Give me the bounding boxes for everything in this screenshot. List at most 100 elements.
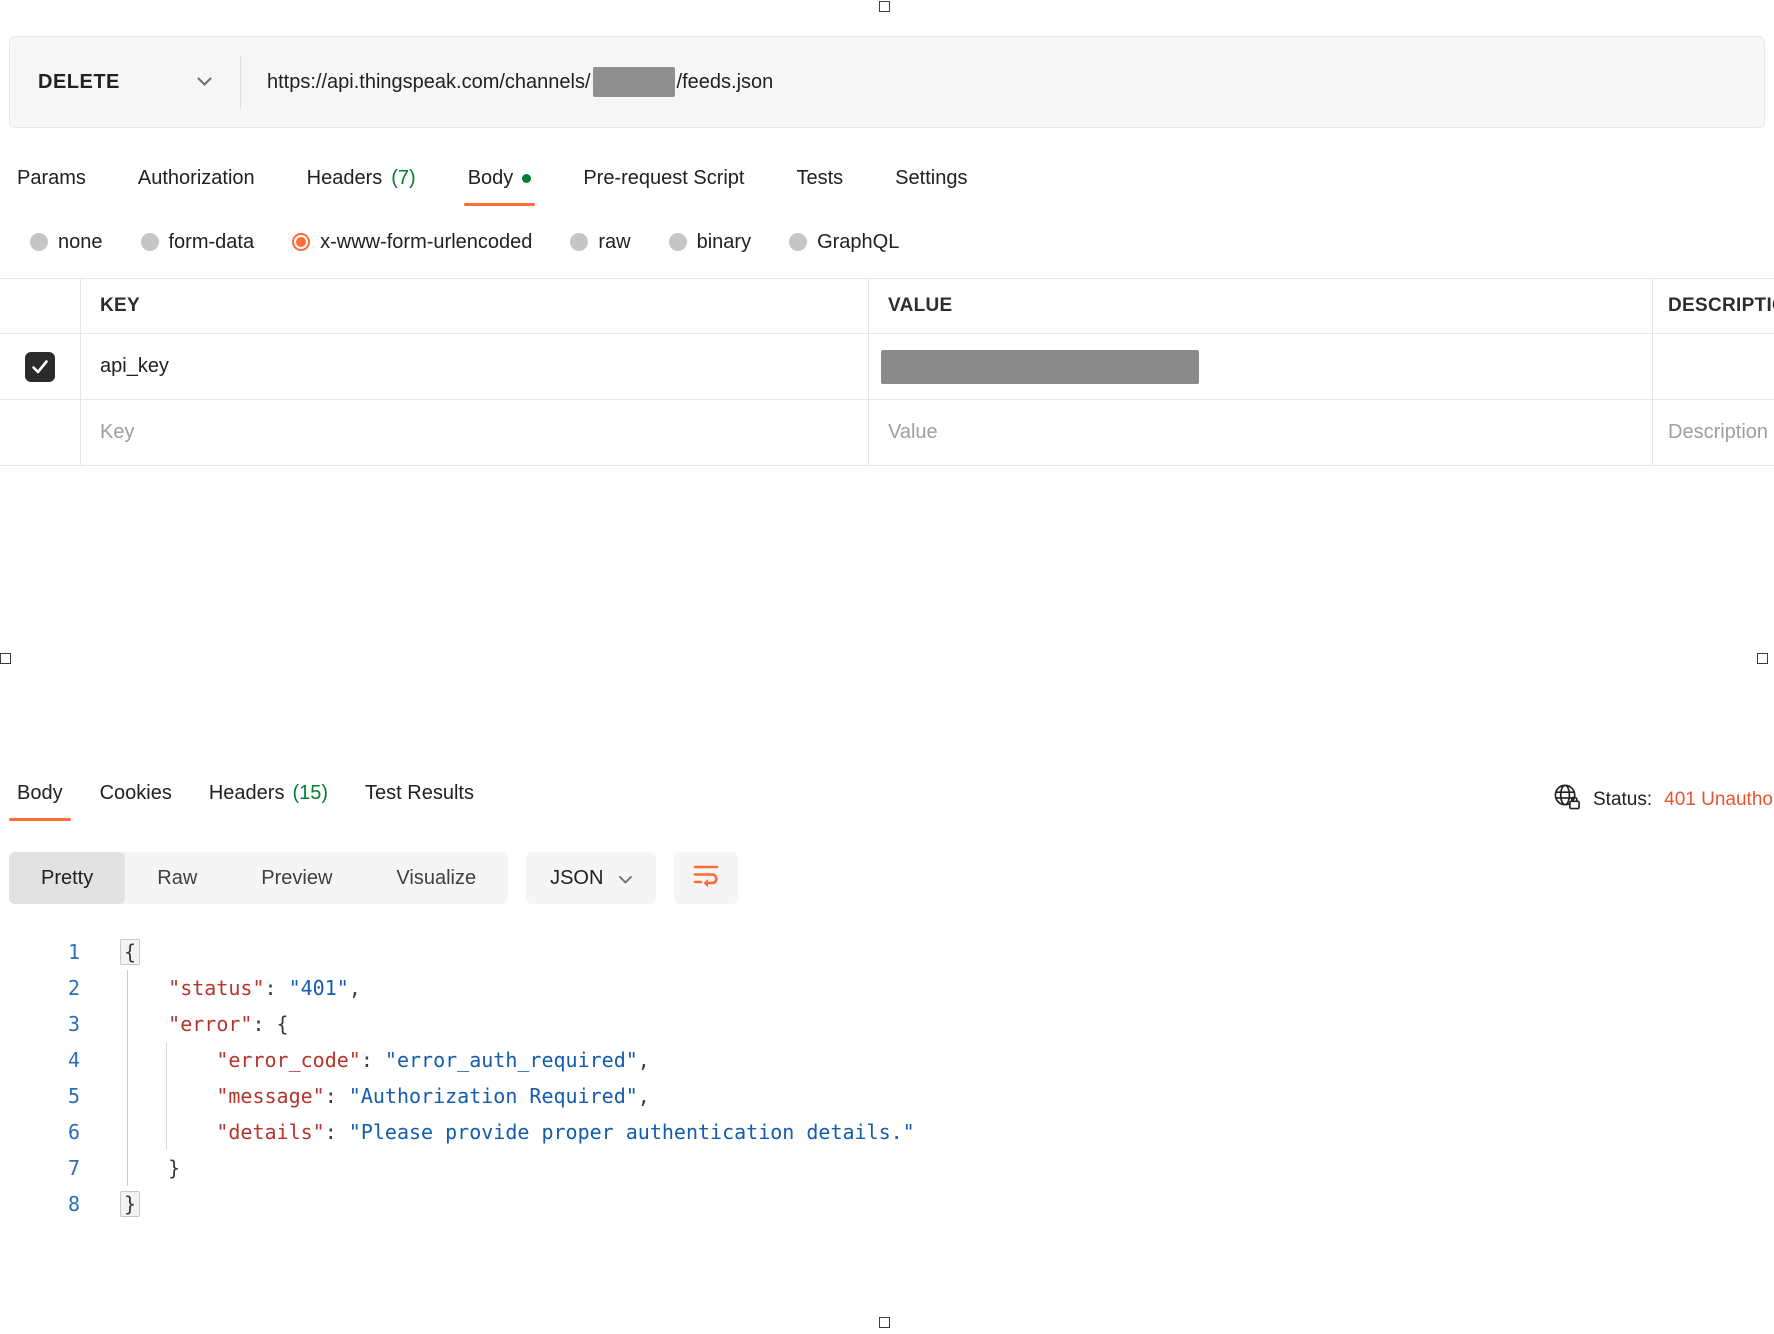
url-suffix: /feeds.json	[677, 71, 774, 94]
value-cell[interactable]	[869, 400, 1653, 465]
mode-label: binary	[697, 231, 751, 254]
description-cell[interactable]	[1653, 334, 1774, 399]
tab-params[interactable]: Params	[17, 163, 86, 206]
row-checkbox-cell	[0, 334, 81, 399]
code-line: 6 "details": "Please provide proper auth…	[0, 1114, 1774, 1150]
radio-icon	[570, 233, 588, 251]
line-number: 7	[0, 1150, 80, 1186]
mode-label: none	[58, 231, 103, 254]
method-dropdown[interactable]: DELETE	[10, 37, 240, 127]
radio-icon	[141, 233, 159, 251]
tab-tests[interactable]: Tests	[796, 163, 843, 206]
mode-graphql[interactable]: GraphQL	[789, 231, 899, 254]
radio-icon	[30, 233, 48, 251]
fold-guide-line	[127, 970, 128, 1186]
wrap-lines-button[interactable]	[674, 852, 738, 904]
tab-label: Cookies	[100, 782, 172, 805]
mode-x-www-form-urlencoded[interactable]: x-www-form-urlencoded	[292, 231, 532, 254]
response-code: 1{2 "status": "401",3 "error": {4 "error…	[0, 934, 1774, 1222]
crop-handle-left	[0, 653, 11, 664]
method-label: DELETE	[38, 71, 120, 94]
view-tab-raw[interactable]: Raw	[125, 852, 229, 904]
mode-form-data[interactable]: form-data	[141, 231, 255, 254]
col-value-header: VALUE	[869, 279, 1653, 333]
mode-label: form-data	[169, 231, 255, 254]
header-checkbox-cell	[0, 279, 81, 333]
body-mode-radios: none form-data x-www-form-urlencoded raw…	[30, 226, 899, 258]
tab-label: Pre-request Script	[583, 167, 744, 190]
view-tab-preview[interactable]: Preview	[229, 852, 364, 904]
response-tab-body[interactable]: Body	[17, 780, 63, 821]
headers-count-badge: (7)	[391, 167, 415, 190]
tab-label: Test Results	[365, 782, 474, 805]
format-label: JSON	[550, 867, 603, 890]
crop-handle-bottom	[879, 1317, 890, 1328]
redacted-channel-id	[593, 67, 675, 97]
mode-label: x-www-form-urlencoded	[320, 231, 532, 254]
tab-label: Body	[468, 167, 514, 190]
table-header-row: KEY VALUE DESCRIPTION	[0, 278, 1774, 334]
mode-label: raw	[598, 231, 630, 254]
line-number: 6	[0, 1114, 80, 1150]
line-number: 2	[0, 970, 80, 1006]
response-tabs: Body Cookies Headers (15) Test Results	[17, 780, 474, 821]
tab-label: Settings	[895, 167, 967, 190]
globe-lock-icon[interactable]	[1552, 782, 1581, 817]
mode-none[interactable]: none	[30, 231, 103, 254]
tab-pre-request-script[interactable]: Pre-request Script	[583, 163, 744, 206]
tab-label: Authorization	[138, 167, 255, 190]
key-cell[interactable]	[81, 400, 869, 465]
tab-settings[interactable]: Settings	[895, 163, 967, 206]
tab-body[interactable]: Body	[468, 163, 532, 206]
response-tab-test-results[interactable]: Test Results	[365, 780, 474, 821]
radio-selected-icon	[292, 233, 310, 251]
table-empty-row	[0, 400, 1774, 466]
line-number: 4	[0, 1042, 80, 1078]
code-line: 3 "error": {	[0, 1006, 1774, 1042]
tab-label: Params	[17, 167, 86, 190]
chevron-down-icon	[197, 73, 212, 91]
key-input[interactable]	[100, 421, 868, 444]
tab-label: Headers	[307, 167, 383, 190]
indent-guide-line	[166, 1042, 167, 1150]
col-key-header: KEY	[81, 279, 869, 333]
tab-label: Body	[17, 782, 63, 805]
tab-authorization[interactable]: Authorization	[138, 163, 255, 206]
urlencoded-params-table: KEY VALUE DESCRIPTION api_key	[0, 278, 1774, 466]
response-tab-headers[interactable]: Headers (15)	[209, 780, 328, 821]
format-dropdown[interactable]: JSON	[526, 852, 656, 904]
value-cell[interactable]	[869, 334, 1653, 399]
code-line: 5 "message": "Authorization Required",	[0, 1078, 1774, 1114]
status-label: Status:	[1593, 789, 1652, 811]
crop-handle-top	[879, 1, 890, 12]
tab-label: Headers	[209, 782, 285, 805]
code-line: 1{	[0, 934, 1774, 970]
view-tab-visualize[interactable]: Visualize	[364, 852, 508, 904]
request-tabs: Params Authorization Headers (7) Body Pr…	[17, 163, 967, 206]
tab-headers[interactable]: Headers (7)	[307, 163, 416, 206]
tab-label: Tests	[796, 167, 843, 190]
row-checkbox-checked[interactable]	[25, 352, 55, 382]
key-cell[interactable]: api_key	[81, 334, 869, 399]
mode-raw[interactable]: raw	[570, 231, 630, 254]
line-number: 5	[0, 1078, 80, 1114]
status-value: 401 Unauthorized	[1664, 789, 1774, 811]
redacted-api-key-value	[881, 350, 1199, 384]
description-cell[interactable]	[1653, 400, 1774, 465]
code-line: 7 }	[0, 1150, 1774, 1186]
url-input[interactable]: https://api.thingspeak.com/channels/ /fe…	[267, 67, 773, 97]
description-input[interactable]	[1668, 421, 1774, 444]
url-prefix: https://api.thingspeak.com/channels/	[267, 71, 591, 94]
line-number: 1	[0, 934, 80, 970]
request-url-bar: DELETE https://api.thingspeak.com/channe…	[9, 36, 1765, 128]
code-line: 2 "status": "401",	[0, 970, 1774, 1006]
divider	[240, 55, 241, 109]
response-headers-count-badge: (15)	[292, 782, 328, 805]
response-tab-cookies[interactable]: Cookies	[100, 780, 172, 821]
key-text: api_key	[100, 355, 169, 378]
view-tab-pretty[interactable]: Pretty	[9, 852, 125, 904]
response-status-area: Status: 401 Unauthorized	[1552, 782, 1774, 817]
value-input[interactable]	[888, 421, 1652, 444]
row-checkbox-cell	[0, 400, 81, 465]
mode-binary[interactable]: binary	[669, 231, 751, 254]
